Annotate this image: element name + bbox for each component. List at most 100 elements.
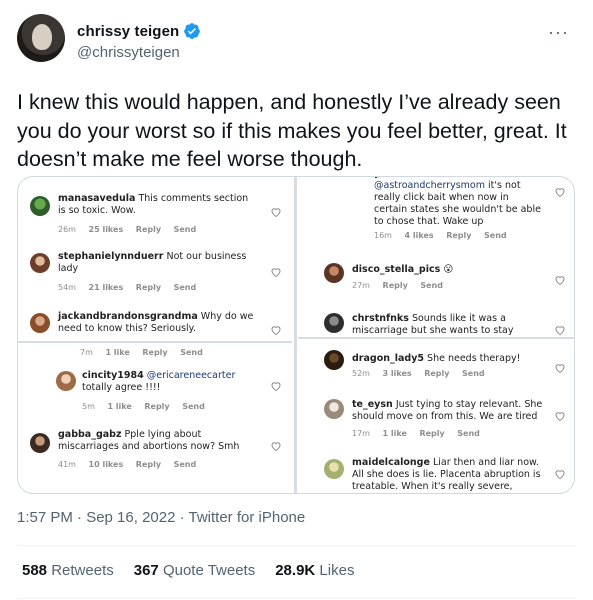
reply-button[interactable]: Reply (446, 231, 471, 240)
commenter-name: te_eysn (352, 399, 393, 410)
author-name[interactable]: chrissy teigen (77, 23, 179, 40)
like-heart-icon[interactable] (554, 465, 566, 480)
comment-time: 54m (58, 283, 76, 292)
comment-mention[interactable]: @astroandcherrysmom (374, 180, 485, 191)
reply-button[interactable]: Reply (136, 460, 161, 469)
reply-button[interactable]: Reply (136, 283, 161, 292)
send-button[interactable]: Send (462, 369, 485, 378)
like-heart-icon[interactable] (270, 203, 282, 218)
comment-item: stephanielynnduerr Not our business lady… (18, 249, 292, 299)
comment-item: gabba_gabz Pple lying about miscarriages… (18, 427, 292, 487)
commenter-avatar (30, 196, 50, 216)
reply-button[interactable]: Reply (419, 429, 444, 438)
commenter-name: cincity1984 (82, 370, 144, 381)
commenter-avatar (324, 459, 344, 479)
quotes-count: 367 (133, 562, 159, 579)
retweets-stat[interactable]: 588 Retweets (22, 562, 114, 579)
comment-emoji: 😮 (443, 264, 454, 275)
likes-stat[interactable]: 28.9K Likes (275, 562, 354, 579)
likes-count: 28.9K (275, 562, 316, 579)
comment-likes: 3 likes (382, 369, 412, 378)
comment-likes: 10 likes (88, 460, 124, 469)
comment-time: 17m (352, 429, 370, 438)
commenter-avatar (56, 371, 76, 391)
commenter-avatar (324, 313, 344, 333)
comment-likes: 25 likes (88, 225, 124, 234)
comment-item: te_eysn Just tying to stay relevant. She… (298, 395, 574, 445)
comment-time: 7m (80, 348, 93, 357)
comment-time: 16m (374, 231, 392, 240)
commenter-avatar (30, 253, 50, 273)
quotes-label: Quote Tweets (162, 562, 256, 579)
send-button[interactable]: Send (420, 281, 443, 290)
send-button[interactable]: Send (182, 402, 205, 411)
commenter-avatar (324, 350, 344, 370)
send-button[interactable]: Send (174, 225, 197, 234)
commenter-name: dragon_lady5 (352, 353, 425, 364)
like-heart-icon[interactable] (554, 321, 566, 336)
tweet-stats: 588 Retweets 367 Quote Tweets 28.9K Like… (22, 562, 354, 579)
commenter-name: disco_stella_pics (352, 264, 441, 275)
tweet-text: I knew this would happen, and honestly I… (17, 90, 567, 171)
reply-button[interactable]: Reply (383, 281, 408, 290)
commenter-avatar (30, 313, 50, 333)
comments-screenshot-right: yellowwindows @astroandcherrysmom it's n… (298, 177, 574, 493)
retweets-label: Retweets (51, 562, 114, 579)
commenter-avatar (324, 263, 344, 283)
reply-button[interactable]: Reply (142, 348, 167, 357)
send-button[interactable]: Send (180, 348, 203, 357)
divider (17, 598, 576, 599)
author-handle[interactable]: @chrissyteigen (77, 44, 180, 61)
comment-item: manasavedula This comments section is so… (18, 191, 292, 241)
tweet: chrissy teigen @chrissyteigen ··· I knew… (0, 0, 593, 600)
commenter-name: chrstnfnks (352, 313, 409, 324)
comment-time: 41m (58, 460, 76, 469)
like-heart-icon[interactable] (554, 271, 566, 286)
comment-likes: 21 likes (88, 283, 124, 292)
send-button[interactable]: Send (484, 231, 507, 240)
author-avatar[interactable] (17, 14, 65, 62)
comment-time: 26m (58, 225, 76, 234)
like-heart-icon[interactable] (554, 359, 566, 374)
comment-time: 27m (352, 281, 370, 290)
comment-time: 5m (82, 402, 95, 411)
like-heart-icon[interactable] (270, 377, 282, 392)
verified-badge-icon (184, 23, 201, 39)
more-options-icon[interactable]: ··· (548, 22, 569, 43)
comment-item: dragon_lady5 She needs therapy! 52m 3 li… (298, 349, 574, 389)
comment-time: 52m (352, 369, 370, 378)
quote-tweets-stat[interactable]: 367 Quote Tweets (134, 562, 255, 579)
commenter-name: stephanielynnduerr (58, 251, 164, 262)
likes-label: Likes (319, 562, 355, 579)
comment-likes: 1 like (105, 348, 130, 357)
tweet-timestamp[interactable]: 1:57 PM · Sep 16, 2022 · Twitter for iPh… (17, 509, 305, 526)
reply-button[interactable]: Reply (144, 402, 169, 411)
commenter-name: jackandbrandonsgrandma (58, 311, 198, 322)
send-button[interactable]: Send (174, 460, 197, 469)
reply-button[interactable]: Reply (424, 369, 449, 378)
reply-button[interactable]: Reply (136, 225, 161, 234)
commenter-name: manasavedula (58, 193, 136, 204)
comment-mention[interactable]: @ericareneecarter (147, 370, 236, 381)
comment-item: maidelcalonge Liar then and liar now. Al… (298, 455, 574, 493)
comment-item: disco_stella_pics 😮 27m Reply Send (298, 261, 574, 301)
comment-likes: 1 like (382, 429, 407, 438)
comments-screenshot-left: manasavedula This comments section is so… (18, 177, 292, 493)
like-heart-icon[interactable] (270, 321, 282, 336)
like-heart-icon[interactable] (554, 407, 566, 422)
comment-item: cincity1984 @ericareneecarter totally ag… (18, 367, 292, 419)
commenter-name: maidelcalonge (352, 457, 430, 468)
send-button[interactable]: Send (174, 283, 197, 292)
like-heart-icon[interactable] (270, 437, 282, 452)
comment-item: yellowwindows @astroandcherrysmom it's n… (298, 177, 574, 243)
screenshot-divider (298, 337, 574, 339)
like-heart-icon[interactable] (554, 183, 566, 198)
tweet-image[interactable]: manasavedula This comments section is so… (17, 176, 575, 494)
comment-meta-continued: 7m 1 like Reply Send (18, 343, 292, 363)
author-name-row[interactable]: chrissy teigen (77, 22, 201, 40)
send-button[interactable]: Send (457, 429, 480, 438)
like-heart-icon[interactable] (270, 263, 282, 278)
comment-text: She needs therapy! (427, 353, 521, 364)
commenter-name: gabba_gabz (58, 429, 122, 440)
comment-item: chrstnfnks Sounds like it was a miscarri… (298, 311, 574, 337)
